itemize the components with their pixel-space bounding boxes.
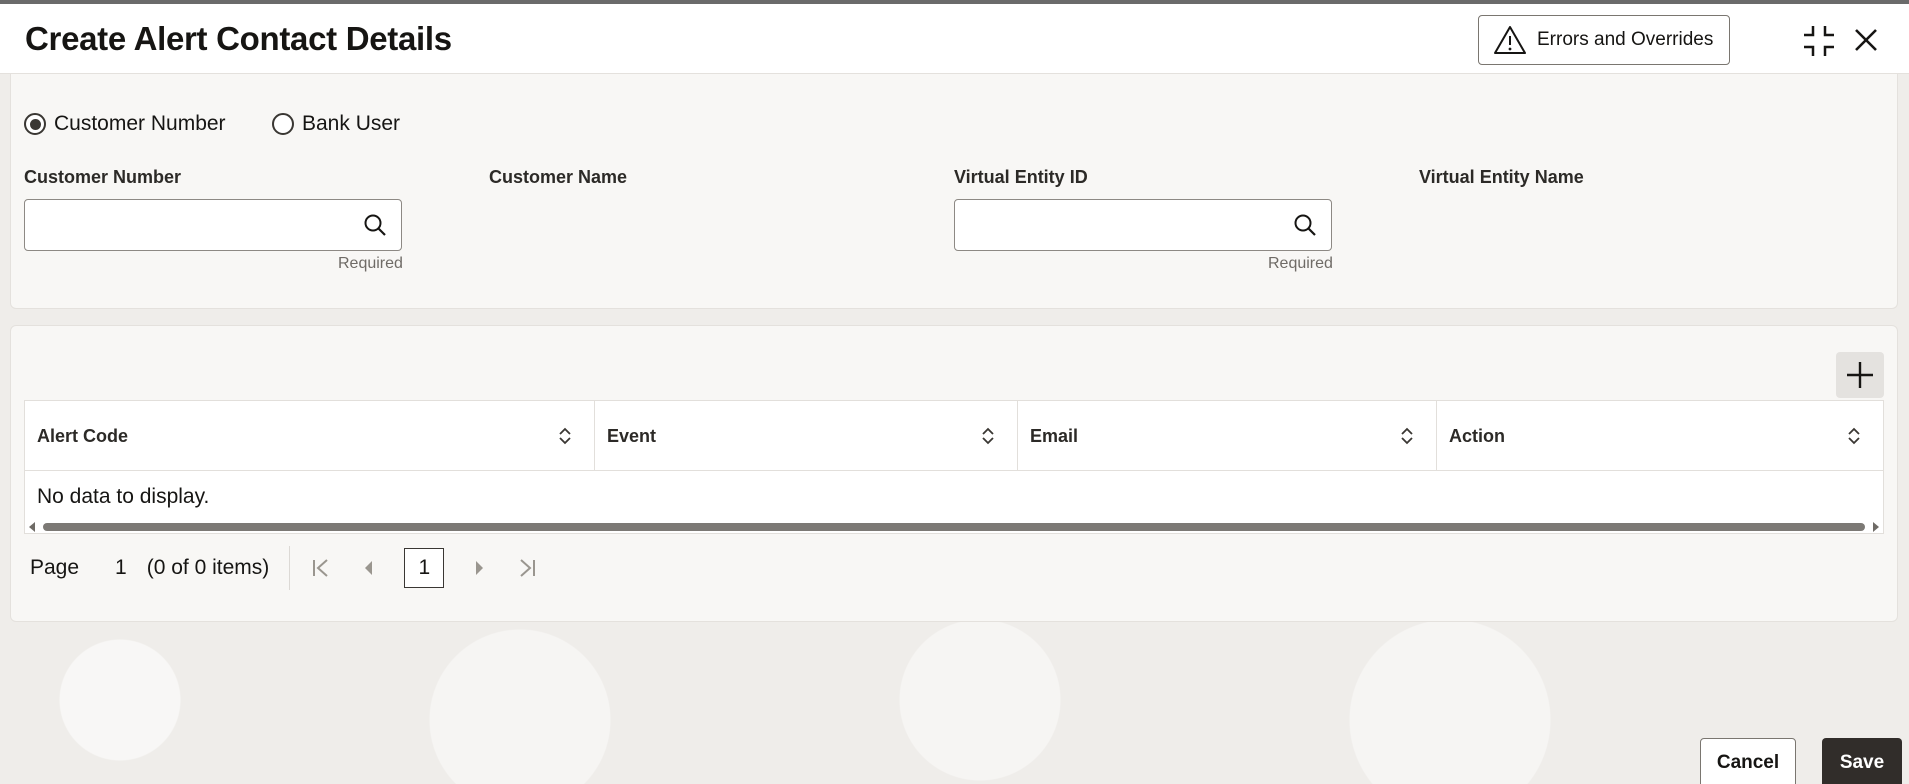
sort-icon[interactable] bbox=[558, 427, 572, 445]
column-header-email[interactable]: Email bbox=[1018, 401, 1437, 471]
sort-icon[interactable] bbox=[1847, 427, 1861, 445]
virtual-entity-id-label: Virtual Entity ID bbox=[954, 167, 1088, 187]
radio-label-customer-number: Customer Number bbox=[54, 112, 226, 135]
customer-number-field[interactable] bbox=[24, 199, 402, 251]
horizontal-scrollbar[interactable] bbox=[25, 519, 1883, 533]
search-icon[interactable] bbox=[1293, 213, 1317, 237]
scroll-right-icon[interactable] bbox=[1871, 521, 1881, 533]
page-label: Page bbox=[30, 556, 80, 579]
sort-icon[interactable] bbox=[1400, 427, 1414, 445]
search-icon[interactable] bbox=[363, 213, 387, 237]
add-row-button[interactable] bbox=[1836, 352, 1884, 398]
column-title: Alert Code bbox=[37, 425, 129, 446]
sort-icon[interactable] bbox=[981, 427, 995, 445]
first-page-icon[interactable] bbox=[308, 555, 334, 581]
scrollbar-thumb[interactable] bbox=[43, 523, 1865, 531]
customer-number-required-hint: Required bbox=[338, 255, 403, 272]
save-button[interactable]: Save bbox=[1822, 738, 1902, 784]
errors-and-overrides-button[interactable]: Errors and Overrides bbox=[1478, 15, 1730, 65]
pagination-divider bbox=[289, 546, 291, 590]
close-icon[interactable] bbox=[1852, 26, 1880, 54]
plus-icon bbox=[1847, 362, 1873, 388]
customer-number-input[interactable] bbox=[25, 200, 345, 250]
customer-number-label: Customer Number bbox=[24, 167, 182, 187]
cancel-button[interactable]: Cancel bbox=[1700, 738, 1796, 784]
column-header-event[interactable]: Event bbox=[595, 401, 1018, 471]
last-page-icon[interactable] bbox=[514, 555, 540, 581]
errors-button-label: Errors and Overrides bbox=[1537, 29, 1714, 50]
virtual-entity-id-required-hint: Required bbox=[1268, 255, 1333, 272]
alerts-table: Alert Code Event Email Action No data to… bbox=[24, 400, 1884, 534]
virtual-entity-name-label: Virtual Entity Name bbox=[1419, 167, 1584, 187]
column-header-alert-code[interactable]: Alert Code bbox=[25, 401, 595, 471]
dialog-header: Create Alert Contact Details Errors and … bbox=[0, 4, 1909, 74]
empty-table-message: No data to display. bbox=[37, 485, 210, 508]
page-number-button[interactable]: 1 bbox=[404, 548, 445, 588]
warning-icon bbox=[1494, 26, 1526, 54]
radio-unselected-indicator bbox=[272, 113, 294, 135]
pagination: Page 1 (0 of 0 items) 1 bbox=[30, 546, 562, 590]
contact-form-panel bbox=[10, 74, 1898, 309]
virtual-entity-id-field[interactable] bbox=[954, 199, 1332, 251]
collapse-icon[interactable] bbox=[1802, 24, 1836, 58]
column-title: Action bbox=[1449, 425, 1505, 446]
radio-label-bank-user: Bank User bbox=[302, 112, 401, 135]
previous-page-icon[interactable] bbox=[356, 555, 382, 581]
radio-selected-indicator bbox=[24, 113, 46, 135]
radio-customer-number[interactable]: Customer Number bbox=[24, 112, 226, 136]
next-page-icon[interactable] bbox=[466, 555, 492, 581]
virtual-entity-id-input[interactable] bbox=[955, 200, 1275, 250]
column-title: Email bbox=[1030, 425, 1079, 446]
page-title: Create Alert Contact Details bbox=[25, 20, 452, 57]
scroll-left-icon[interactable] bbox=[27, 521, 37, 533]
current-page-value: 1 bbox=[115, 556, 127, 579]
items-count: (0 of 0 items) bbox=[146, 556, 270, 579]
column-header-action[interactable]: Action bbox=[1437, 401, 1883, 471]
customer-name-label: Customer Name bbox=[489, 167, 628, 187]
column-title: Event bbox=[607, 425, 657, 446]
table-header-row: Alert Code Event Email Action bbox=[25, 401, 1883, 471]
radio-bank-user[interactable]: Bank User bbox=[272, 112, 400, 136]
